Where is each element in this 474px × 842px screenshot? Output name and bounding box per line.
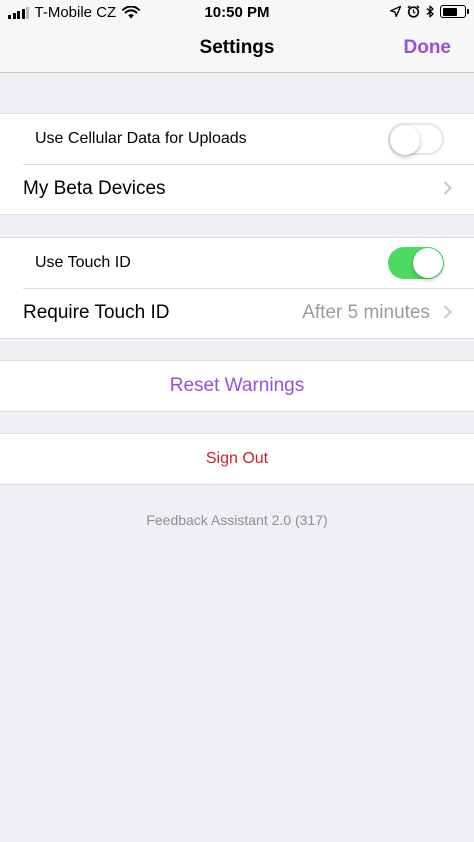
chevron-right-icon [443, 305, 452, 319]
status-bar: T-Mobile CZ 10:50 PM [0, 0, 474, 26]
cellular-data-toggle[interactable] [388, 123, 444, 155]
location-arrow-icon [390, 6, 401, 17]
cellular-data-row: Use Cellular Data for Uploads [0, 114, 474, 164]
account-section: Sign Out [0, 433, 474, 485]
done-button[interactable]: Done [404, 37, 452, 59]
chevron-right-icon [443, 181, 452, 195]
uploads-section: Use Cellular Data for Uploads My Beta De… [0, 113, 474, 215]
version-footer: Feedback Assistant 2.0 (317) [146, 512, 328, 528]
sign-out-label: Sign Out [205, 450, 269, 467]
cellular-data-label: Use Cellular Data for Uploads [35, 130, 247, 147]
beta-devices-label: My Beta Devices [23, 178, 166, 199]
require-touch-id-value: After 5 minutes [302, 302, 430, 323]
toggle-knob [390, 125, 420, 155]
touch-id-row: Use Touch ID [0, 238, 474, 288]
toggle-knob [413, 248, 443, 278]
sign-out-button[interactable]: Sign Out [0, 434, 474, 484]
warnings-section: Reset Warnings [0, 360, 474, 412]
require-touch-id-label: Require Touch ID [23, 302, 170, 323]
navigation-bar: Settings Done [0, 26, 474, 73]
status-right [384, 5, 469, 18]
security-section: Use Touch ID Require Touch ID After 5 mi… [0, 237, 474, 339]
reset-warnings-label: Reset Warnings [169, 375, 305, 396]
reset-warnings-button[interactable]: Reset Warnings [0, 361, 474, 411]
touch-id-toggle[interactable] [388, 247, 444, 279]
touch-id-label: Use Touch ID [35, 254, 131, 271]
battery-icon [440, 5, 469, 18]
require-touch-id-row[interactable]: Require Touch ID After 5 minutes [0, 288, 474, 338]
beta-devices-row[interactable]: My Beta Devices [0, 164, 474, 214]
bluetooth-icon [426, 5, 434, 18]
alarm-icon [407, 5, 420, 18]
